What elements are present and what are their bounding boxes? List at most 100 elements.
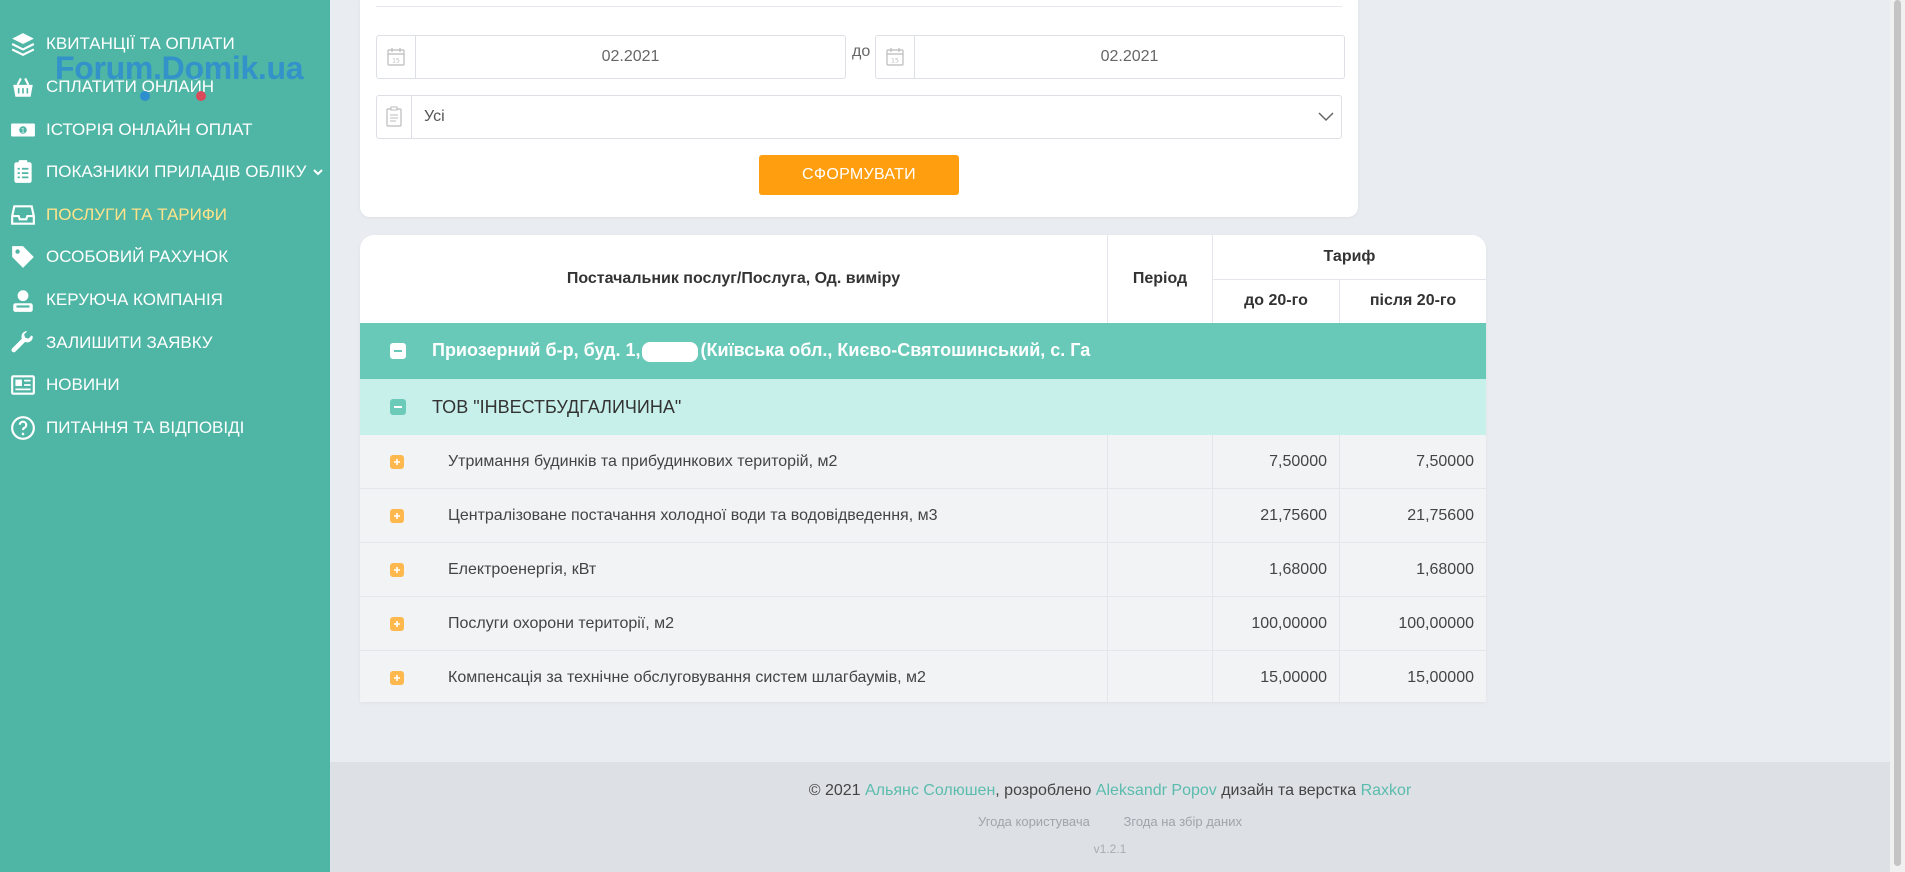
- developed-by-text: , розроблено: [995, 782, 1092, 799]
- basket-icon: [8, 72, 38, 102]
- service-period: [1108, 435, 1212, 488]
- scrollbar-thumb[interactable]: [1894, 0, 1901, 866]
- sidebar: КВИТАНЦІЇ ТА ОПЛАТИ СПЛАТИТИ ОНЛАЙН 1 ІС…: [0, 0, 330, 872]
- redacted-block: [642, 341, 699, 362]
- header-tariff: Тариф: [1323, 248, 1376, 265]
- row-toggle[interactable]: [360, 489, 420, 542]
- version-label: v1.2.1: [1093, 842, 1127, 856]
- nav-item-management-company[interactable]: КЕРУЮЧА КОМПАНІЯ: [0, 283, 223, 317]
- footer-links: Угода користувача Згода на збір даних: [330, 814, 1890, 829]
- service-select-value: Усі: [424, 108, 445, 125]
- minus-icon[interactable]: [390, 399, 406, 415]
- clipboard-icon: [8, 157, 38, 187]
- calendar-day: 15: [392, 58, 400, 65]
- table-row[interactable]: Компенсація за технічне обслуговування с…: [360, 651, 1486, 702]
- nav-item-leave-request[interactable]: ЗАЛИШИТИ ЗАЯВКУ: [0, 326, 213, 360]
- row-toggle[interactable]: [360, 597, 420, 650]
- svg-text:1: 1: [21, 127, 25, 135]
- service-name: Централізоване постачання холодної води …: [448, 506, 938, 524]
- service-period: [1108, 489, 1212, 542]
- nav-item-label: ПОКАЗНИКИ ПРИЛАДІВ ОБЛІКУ: [46, 162, 307, 181]
- scrollbar[interactable]: [1890, 0, 1905, 872]
- nav-item-payment-history[interactable]: 1 ІСТОРІЯ ОНЛАЙН ОПЛАТ: [0, 113, 253, 147]
- copyright: © 2021: [808, 782, 861, 799]
- nav-item-label: ІСТОРІЯ ОНЛАЙН ОПЛАТ: [46, 120, 253, 139]
- watermark-dots: [140, 88, 224, 106]
- address-prefix: Приозерний б-р, буд. 1,: [432, 340, 641, 361]
- plus-icon[interactable]: [390, 508, 404, 523]
- address-group-row: Приозерний б-р, буд. 1, (Київська обл., К…: [360, 323, 1486, 379]
- tariff-before-20: 1,68000: [1269, 560, 1327, 578]
- table-row[interactable]: Централізоване постачання холодної води …: [360, 489, 1486, 543]
- footer: © 2021 Альянс Солюшен, розроблено Aleksa…: [330, 762, 1890, 872]
- nav-item-label: ПОСЛУГИ ТА ТАРИФИ: [46, 205, 227, 224]
- plus-icon[interactable]: [390, 670, 404, 685]
- nav-item-label: ПИТАННЯ ТА ВІДПОВІДІ: [46, 418, 245, 437]
- user-agreement-link[interactable]: Угода користувача: [978, 814, 1090, 829]
- inbox-icon: [8, 200, 38, 230]
- divider: [1213, 279, 1486, 280]
- plus-icon[interactable]: [390, 562, 404, 577]
- generate-button[interactable]: СФОРМУВАТИ: [759, 155, 959, 195]
- newspaper-icon: [8, 370, 38, 400]
- minus-icon[interactable]: [390, 343, 406, 359]
- tariff-before-20: 100,00000: [1251, 614, 1327, 632]
- provider-group-row: ТОВ "ІНВЕСТБУДГАЛИЧИНА": [360, 379, 1486, 435]
- nav-item-receipts[interactable]: КВИТАНЦІЇ ТА ОПЛАТИ: [0, 27, 235, 61]
- nav-item-label: КВИТАНЦІЇ ТА ОПЛАТИ: [46, 34, 235, 53]
- tariff-after-20: 21,75600: [1407, 506, 1474, 524]
- tariff-before-20: 21,75600: [1260, 506, 1327, 524]
- question-icon: [8, 413, 38, 443]
- header-before-20: до 20-го: [1244, 292, 1308, 309]
- nav-item-services-tariffs[interactable]: ПОСЛУГИ ТА ТАРИФИ: [0, 198, 227, 232]
- service-select[interactable]: Усі: [376, 95, 1342, 139]
- row-toggle[interactable]: [360, 543, 420, 596]
- nav-item-label: ОСОБОВИЙ РАХУНОК: [46, 247, 229, 266]
- developer-link[interactable]: Aleksandr Popov: [1096, 782, 1217, 799]
- header-period: Період: [1132, 270, 1188, 287]
- tariff-after-20: 15,00000: [1407, 668, 1474, 686]
- date-to-field[interactable]: 15 02.2021: [875, 35, 1345, 79]
- tariff-after-20: 1,68000: [1416, 560, 1474, 578]
- service-name: Утримання будинків та прибудинкових тери…: [448, 452, 838, 470]
- nav-item-faq[interactable]: ПИТАННЯ ТА ВІДПОВІДІ: [0, 411, 244, 445]
- footer-credits: © 2021 Альянс Солюшен, розроблено Aleksa…: [330, 782, 1890, 800]
- tariff-after-20: 100,00000: [1398, 614, 1474, 632]
- plus-icon[interactable]: [390, 454, 404, 469]
- document-icon: [377, 96, 412, 138]
- chevron-down-icon: [312, 166, 324, 178]
- header-after-20: після 20-го: [1369, 292, 1457, 309]
- date-from-field[interactable]: 15 02.2021: [376, 35, 846, 79]
- plus-icon[interactable]: [390, 616, 404, 631]
- table-row[interactable]: Електроенергія, кВт 1,68000 1,68000: [360, 543, 1486, 597]
- company-link[interactable]: Альянс Солюшен: [865, 782, 995, 799]
- address-suffix: (Київська обл., Києво-Святошинський, с. …: [700, 340, 1091, 361]
- divider: [1339, 279, 1340, 323]
- data-consent-link[interactable]: Згода на збір даних: [1124, 814, 1242, 829]
- header-provider: Постачальник послуг/Послуга, Од. виміру: [566, 270, 901, 287]
- date-separator: до: [852, 43, 871, 60]
- service-period: [1108, 651, 1212, 702]
- service-period: [1108, 597, 1212, 650]
- chevron-down-icon: [1311, 112, 1341, 122]
- calendar-icon: 15: [876, 36, 915, 78]
- nav-item-meter-readings[interactable]: ПОКАЗНИКИ ПРИЛАДІВ ОБЛІКУ: [0, 155, 324, 189]
- date-to-value: 02.2021: [1100, 48, 1159, 65]
- layers-icon: [8, 29, 38, 59]
- row-toggle[interactable]: [360, 651, 420, 702]
- nav-item-news[interactable]: НОВИНИ: [0, 368, 120, 402]
- nav-item-personal-account[interactable]: ОСОБОВИЙ РАХУНОК: [0, 240, 228, 274]
- service-period: [1108, 543, 1212, 596]
- address-text: Приозерний б-р, буд. 1, (Київська обл., К…: [432, 340, 1091, 362]
- nav-item-label: КЕРУЮЧА КОМПАНІЯ: [46, 290, 223, 309]
- tag-icon: [8, 242, 38, 272]
- money-icon: 1: [8, 115, 38, 145]
- table-row[interactable]: Утримання будинків та прибудинкових тери…: [360, 435, 1486, 489]
- tariff-before-20: 15,00000: [1260, 668, 1327, 686]
- table-row[interactable]: Послуги охорони території, м2 100,00000 …: [360, 597, 1486, 651]
- provider-name: ТОВ "ІНВЕСТБУДГАЛИЧИНА": [432, 396, 682, 417]
- designer-link[interactable]: Raxkor: [1361, 782, 1412, 799]
- row-toggle[interactable]: [360, 435, 420, 488]
- calendar-day: 15: [891, 58, 899, 65]
- service-name: Електроенергія, кВт: [448, 560, 597, 578]
